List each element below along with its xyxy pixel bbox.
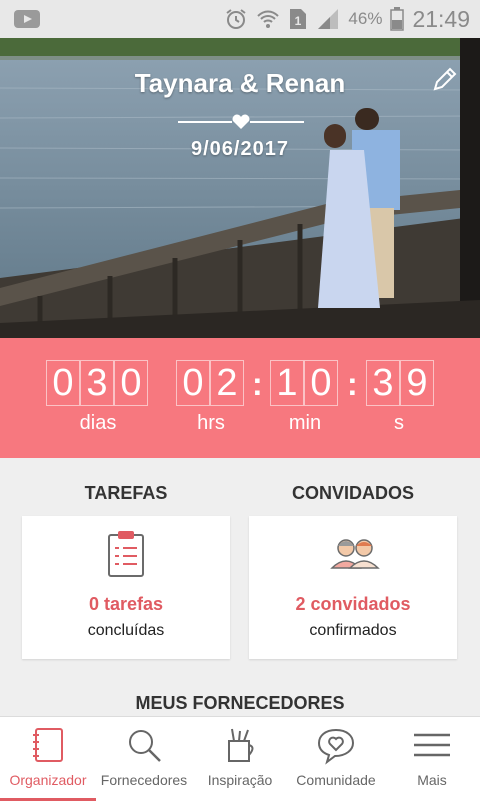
- status-bar: 1 46% 21:49: [0, 0, 480, 38]
- tab-inspiracao[interactable]: Inspiração: [192, 717, 288, 801]
- wifi-icon: [257, 10, 280, 28]
- countdown-panel: 0 3 0 0 2 : 1 0 : 3 9 dias hrs min s: [0, 338, 480, 458]
- alarm-icon: [226, 9, 247, 29]
- days-digit: 0: [114, 360, 148, 406]
- guests-count: 2 convidados: [295, 594, 411, 614]
- tasks-card[interactable]: 0 tarefas concluídas: [22, 516, 230, 659]
- clock: 21:49: [412, 5, 470, 32]
- notebook-icon: [33, 728, 63, 762]
- tab-fornecedores[interactable]: Fornecedores: [96, 717, 192, 801]
- time-separator: :: [252, 366, 263, 402]
- battery-icon: [390, 7, 405, 31]
- guests-sub: confirmados: [309, 622, 397, 639]
- tab-label: Fornecedores: [100, 772, 188, 788]
- tab-mais[interactable]: Mais: [384, 717, 480, 801]
- days-digit: 0: [46, 360, 80, 406]
- signal-icon: [318, 9, 339, 29]
- days-label: dias: [79, 412, 117, 434]
- tasks-sub: concluídas: [87, 622, 165, 639]
- tasks-count: 0 tarefas: [88, 594, 164, 614]
- edit-pencil-icon[interactable]: [430, 64, 460, 94]
- minutes-digit: 1: [270, 360, 304, 406]
- seconds-label: s: [394, 412, 404, 434]
- guests-title: CONVIDADOS: [291, 483, 414, 503]
- clipboard-checklist-icon: [108, 531, 144, 577]
- chat-heart-icon: [317, 728, 355, 765]
- minutes-digit: 0: [304, 360, 338, 406]
- hours-digit: 2: [210, 360, 244, 406]
- guests-couple-icon: [330, 539, 380, 569]
- days-digit: 3: [80, 360, 114, 406]
- search-icon: [129, 730, 161, 762]
- tab-label: Organizador: [9, 772, 87, 788]
- hours-label: hrs: [197, 412, 225, 434]
- tab-label: Comunidade: [296, 772, 376, 788]
- time-separator: :: [347, 366, 358, 402]
- guests-card[interactable]: 2 convidados confirmados: [249, 516, 457, 659]
- cover-photo: Taynara & Renan 9/06/2017: [0, 38, 480, 338]
- bottom-tab-bar: Organizador Fornecedores Inspiração Comu…: [0, 716, 480, 801]
- seconds-digit: 9: [400, 360, 434, 406]
- minutes-label: min: [288, 412, 322, 434]
- hours-digit: 0: [176, 360, 210, 406]
- couple-names: Taynara & Renan: [134, 68, 346, 98]
- tab-organizador[interactable]: Organizador: [0, 717, 96, 801]
- tab-comunidade[interactable]: Comunidade: [288, 717, 384, 801]
- seconds-digit: 3: [366, 360, 400, 406]
- battery-percent: 46%: [348, 9, 383, 28]
- tasks-title: TAREFAS: [84, 483, 168, 503]
- menu-icon: [414, 733, 450, 757]
- youtube-notification-icon: [14, 10, 40, 28]
- svg-text:1: 1: [295, 14, 302, 28]
- wedding-date: 9/06/2017: [191, 138, 289, 160]
- suppliers-title: MEUS FORNECEDORES: [135, 693, 345, 713]
- tab-label: Mais: [417, 772, 447, 788]
- tab-label: Inspiração: [207, 772, 273, 788]
- pencil-cup-icon: [228, 728, 254, 762]
- sim-icon: 1: [290, 9, 307, 29]
- heart-divider-icon: [178, 114, 304, 129]
